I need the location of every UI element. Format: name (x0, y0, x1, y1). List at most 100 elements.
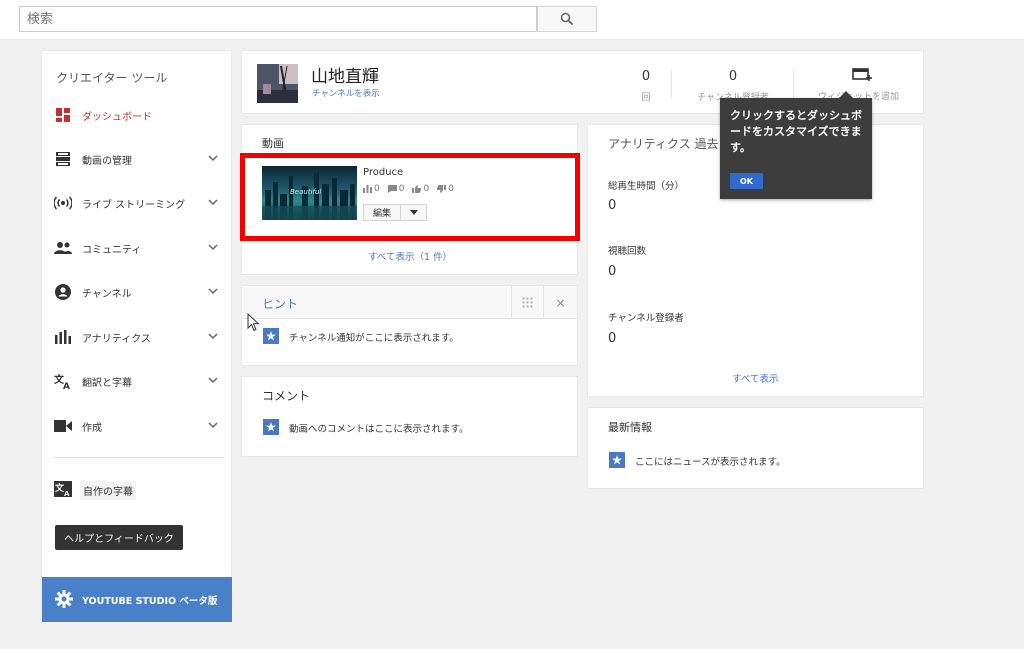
tooltip-text: クリックするとダッシュボードをカスタマイズできます。 (730, 109, 862, 154)
videos-card: 動画 Beautiful Produce 0 0 0 0 編集 すべて表示（1 … (240, 124, 580, 275)
news-title: 最新情報 (608, 421, 652, 434)
video-thumbnail[interactable]: Beautiful (262, 166, 357, 220)
views-value: 0 (374, 184, 380, 194)
gear-icon (55, 590, 73, 611)
sidebar-item-analytics[interactable]: アナリティクス (42, 325, 231, 349)
translate-icon: 文A (54, 480, 72, 500)
sidebar: クリエイター ツール ダッシュボード 動画の管理 ライブ ストリーミング コミュ… (41, 50, 232, 622)
sidebar-divider (54, 457, 224, 458)
dislikes-value: 0 (448, 184, 454, 194)
bar-chart-icon (363, 185, 372, 193)
star-icon (609, 452, 625, 468)
sidebar-item-label: コミュニティ (82, 245, 142, 256)
comment-icon (387, 185, 397, 193)
search-button[interactable] (537, 6, 597, 32)
chevron-down-icon[interactable] (206, 373, 220, 387)
drag-handle[interactable] (511, 286, 543, 319)
subscribers-label: チャンネル登録者 (608, 313, 684, 324)
dashboard-icon (54, 106, 72, 124)
studio-label: YOUTUBE STUDIO ベータ版 (82, 595, 218, 607)
videos-show-all-link[interactable]: すべて表示（1 件） (368, 249, 452, 263)
star-icon (263, 328, 279, 344)
comments-message: 動画へのコメントはここに表示されます。 (289, 424, 469, 435)
edit-dropdown-button[interactable] (401, 204, 427, 221)
channel-avatar[interactable] (257, 64, 298, 103)
hint-header: ヒント × (242, 286, 577, 319)
chevron-down-icon[interactable] (206, 418, 220, 432)
analytics-title: アナリティクス 過去 (608, 137, 719, 151)
add-widget-icon[interactable] (852, 67, 872, 84)
sidebar-item-channel[interactable]: チャンネル (42, 280, 231, 304)
stat-divider (671, 69, 672, 99)
analytics-icon (54, 328, 72, 346)
community-icon (54, 239, 72, 257)
translate-icon: 文A (54, 372, 72, 390)
sidebar-item-label: 翻訳と字幕 (82, 378, 132, 389)
video-manager-icon (54, 150, 72, 168)
live-streaming-icon (54, 194, 72, 212)
svg-text:A: A (63, 382, 70, 389)
chevron-down-icon[interactable] (206, 329, 220, 343)
star-icon (263, 419, 279, 435)
customize-tooltip: クリックするとダッシュボードをカスタマイズできます。 OK (720, 91, 872, 199)
views-count: 0 (641, 69, 651, 84)
video-stats: 0 0 0 0 (363, 184, 454, 194)
sidebar-item-label: チャンネル (82, 289, 132, 300)
youtube-studio-beta-button[interactable]: YOUTUBE STUDIO ベータ版 (42, 577, 232, 622)
chevron-down-icon[interactable] (206, 195, 220, 209)
sidebar-item-community[interactable]: コミュニティ (42, 236, 231, 260)
sidebar-title: クリエイター ツール (56, 71, 168, 85)
watch-time-value: 0 (608, 198, 617, 213)
hint-message: チャンネル通知がここに表示されます。 (289, 333, 459, 344)
tooltip-arrow (839, 91, 853, 98)
subscribers-value: 0 (608, 331, 617, 346)
comments-card: コメント 動画へのコメントはここに表示されます。 (241, 376, 578, 457)
hint-title: ヒント (262, 297, 299, 311)
comments-title: コメント (262, 389, 311, 403)
sidebar-item-create[interactable]: 作成 (42, 414, 231, 438)
chevron-down-icon[interactable] (206, 240, 220, 254)
video-comments: 0 (387, 184, 405, 194)
views-caption: 回 (641, 93, 651, 103)
my-subtitles-label: 自作の字幕 (80, 480, 136, 500)
top-bar (0, 0, 1024, 40)
chevron-down-icon[interactable] (206, 284, 220, 298)
hint-card: ヒント × チャンネル通知がここに表示されます。 (241, 285, 578, 366)
sidebar-item-translations[interactable]: 文A 翻訳と字幕 (42, 369, 231, 393)
view-channel-link[interactable]: チャンネルを表示 (312, 87, 380, 99)
caret-down-icon (409, 210, 418, 215)
comments-value: 0 (398, 184, 405, 194)
sidebar-item-label: アナリティクス (82, 334, 151, 345)
videos-title: 動画 (262, 137, 284, 150)
sidebar-item-label: 動画の管理 (82, 156, 132, 167)
video-dislikes: 0 (437, 184, 454, 194)
sidebar-item-live-streaming[interactable]: ライブ ストリーミング (42, 191, 231, 215)
edit-button[interactable]: 編集 (363, 204, 401, 221)
news-card: 最新情報 ここにはニュースが表示されます。 (587, 407, 924, 489)
my-subtitles-link[interactable]: 文A 自作の字幕 (54, 479, 136, 501)
thumbnail-text: Beautiful (290, 188, 322, 196)
watch-time-label: 総再生時間（分） (608, 181, 685, 192)
mouse-cursor-icon (247, 313, 260, 332)
search-input[interactable] (19, 6, 537, 32)
help-feedback-button[interactable]: ヘルプとフィードバック (55, 525, 183, 550)
stat-divider (793, 69, 794, 99)
video-likes: 0 (412, 184, 429, 194)
create-icon (54, 417, 72, 435)
sidebar-item-dashboard[interactable]: ダッシュボード (42, 103, 231, 127)
views-label: 視聴回数 (608, 246, 647, 257)
svg-text:A: A (64, 490, 70, 497)
chevron-down-icon[interactable] (206, 151, 220, 165)
views-stat: 0 回 (639, 69, 653, 103)
channel-name: 山地直輝 (311, 67, 379, 87)
grip-icon (522, 297, 533, 308)
subscribers-count: 0 (728, 69, 738, 84)
close-button[interactable]: × (543, 286, 577, 319)
analytics-show-all-link[interactable]: すべて表示 (732, 371, 778, 385)
video-views: 0 (363, 184, 380, 194)
tooltip-ok-button[interactable]: OK (730, 173, 763, 189)
video-title[interactable]: Produce (363, 167, 403, 178)
sidebar-item-label: ダッシュボード (82, 112, 152, 123)
thumbs-down-icon (437, 185, 447, 193)
sidebar-item-video-manager[interactable]: 動画の管理 (42, 147, 231, 171)
